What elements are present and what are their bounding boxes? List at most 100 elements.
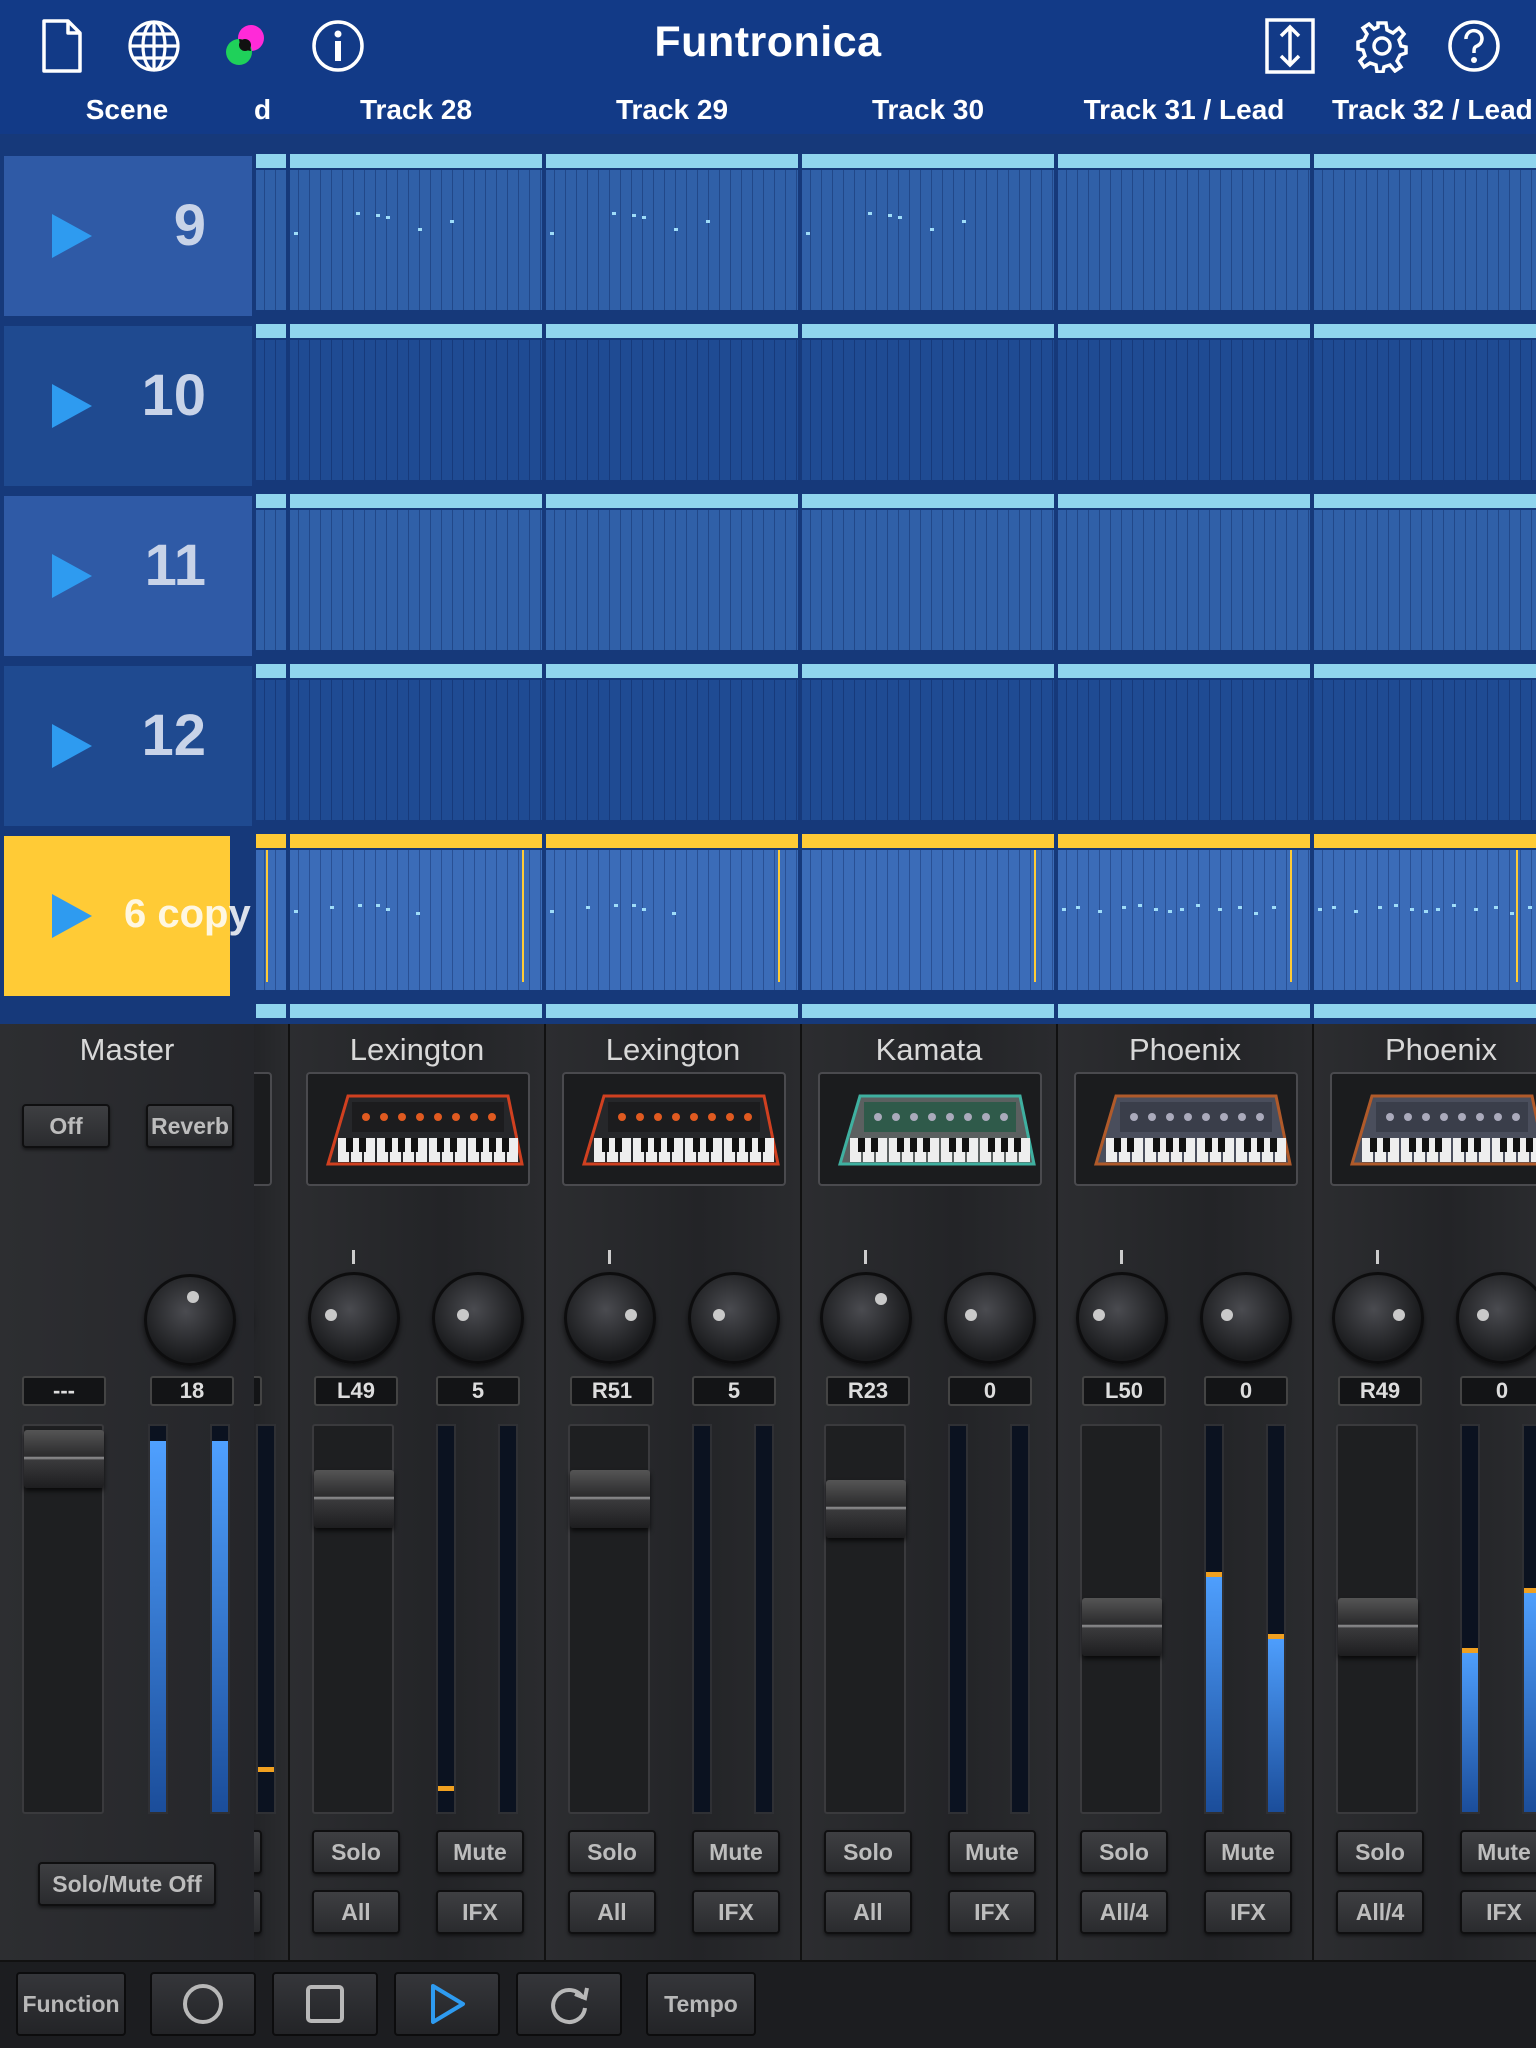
clip-slot[interactable] — [802, 340, 1054, 480]
volume-fader-handle[interactable] — [570, 1470, 650, 1528]
volume-fader-handle[interactable] — [826, 1480, 906, 1538]
clip-slot[interactable] — [802, 850, 1054, 990]
mute-button[interactable]: Mute — [1460, 1830, 1536, 1874]
clip-slot[interactable] — [256, 850, 286, 990]
clip-slot[interactable] — [1058, 510, 1310, 650]
function-button[interactable]: Function — [16, 1972, 126, 2036]
pan-knob[interactable] — [1076, 1272, 1168, 1364]
solo-mute-off-button[interactable]: Solo/Mute Off — [38, 1862, 216, 1906]
clip-slot[interactable] — [1058, 170, 1310, 310]
volume-fader-track[interactable] — [1080, 1424, 1162, 1814]
clip-slot[interactable] — [546, 510, 798, 650]
fx-button[interactable]: IFX — [692, 1890, 780, 1934]
solo-button[interactable]: Solo — [568, 1830, 656, 1874]
clip-slot[interactable] — [546, 680, 798, 820]
clip-slot[interactable] — [546, 850, 798, 990]
fx-button[interactable]: IFX — [1204, 1890, 1292, 1934]
record-button[interactable] — [150, 1972, 256, 2036]
master-send-knob[interactable] — [144, 1274, 236, 1366]
fx-button[interactable]: IFX — [948, 1890, 1036, 1934]
scene-launch-10[interactable]: 10 — [4, 326, 252, 486]
clip-slot[interactable] — [1058, 340, 1310, 480]
tempo-button[interactable]: Tempo — [646, 1972, 756, 2036]
route-button[interactable]: All — [568, 1890, 656, 1934]
solo-button[interactable]: Solo — [1080, 1830, 1168, 1874]
clip-slot[interactable] — [1314, 510, 1536, 650]
master-fader-track[interactable] — [22, 1424, 104, 1814]
fx-button[interactable]: IFX — [436, 1890, 524, 1934]
track-header[interactable]: Track 28 — [288, 90, 544, 130]
instrument-thumbnail[interactable] — [562, 1072, 786, 1186]
clip-slot[interactable] — [1058, 680, 1310, 820]
volume-fader-track[interactable] — [824, 1424, 906, 1814]
route-button[interactable]: All — [312, 1890, 400, 1934]
send-knob[interactable] — [688, 1272, 780, 1364]
gear-icon[interactable] — [1350, 14, 1414, 78]
scene-launch-selected[interactable]: 6 copy — [4, 836, 251, 996]
clip-slot[interactable] — [802, 170, 1054, 310]
route-button[interactable]: All/4 — [1080, 1890, 1168, 1934]
track-header[interactable]: Track 30 — [800, 90, 1056, 130]
stop-button[interactable] — [272, 1972, 378, 2036]
fx-button[interactable]: IFX — [1460, 1890, 1536, 1934]
mute-button[interactable]: Mute — [948, 1830, 1036, 1874]
send-knob[interactable] — [944, 1272, 1036, 1364]
mute-button[interactable]: Mute — [436, 1830, 524, 1874]
clip-slot[interactable] — [256, 510, 286, 650]
clip-slot[interactable] — [290, 340, 542, 480]
volume-fader-handle[interactable] — [1082, 1598, 1162, 1656]
fx-off-button[interactable]: Off — [22, 1104, 110, 1148]
solo-button[interactable]: Solo — [824, 1830, 912, 1874]
send-knob[interactable] — [432, 1272, 524, 1364]
route-button[interactable]: All — [824, 1890, 912, 1934]
vertical-resize-icon[interactable] — [1258, 14, 1322, 78]
help-icon[interactable] — [1442, 14, 1506, 78]
clip-slot[interactable] — [290, 170, 542, 310]
send-knob[interactable] — [1200, 1272, 1292, 1364]
solo-button[interactable]: Solo — [312, 1830, 400, 1874]
track-header[interactable]: Track 31 / Lead — [1056, 90, 1312, 130]
track-header[interactable]: Track 29 — [544, 90, 800, 130]
instrument-thumbnail[interactable] — [1330, 1072, 1536, 1186]
instrument-thumbnail[interactable] — [1074, 1072, 1298, 1186]
clip-slot[interactable] — [546, 170, 798, 310]
reverb-button[interactable]: Reverb — [146, 1104, 234, 1148]
scene-launch-12[interactable]: 12 — [4, 666, 252, 826]
volume-fader-handle[interactable] — [1338, 1598, 1418, 1656]
volume-fader-handle[interactable] — [314, 1470, 394, 1528]
globe-icon[interactable] — [122, 14, 186, 78]
clip-slot[interactable] — [290, 510, 542, 650]
info-icon[interactable] — [306, 14, 370, 78]
volume-fader-track[interactable] — [568, 1424, 650, 1814]
send-knob[interactable] — [1456, 1272, 1536, 1364]
instrument-thumbnail[interactable] — [306, 1072, 530, 1186]
clip-slot[interactable] — [1314, 340, 1536, 480]
pan-knob[interactable] — [308, 1272, 400, 1364]
clip-slot[interactable] — [1058, 850, 1310, 990]
instrument-thumbnail[interactable] — [818, 1072, 1042, 1186]
play-button[interactable] — [394, 1972, 500, 2036]
clip-slot[interactable] — [1314, 170, 1536, 310]
pan-knob[interactable] — [820, 1272, 912, 1364]
volume-fader-track[interactable] — [1336, 1424, 1418, 1814]
track-header[interactable]: Track 32 / Lead — [1312, 90, 1536, 130]
loop-button[interactable] — [516, 1972, 622, 2036]
clip-slot[interactable] — [802, 680, 1054, 820]
color-palette-icon[interactable] — [214, 14, 278, 78]
mute-button[interactable]: Mute — [692, 1830, 780, 1874]
clip-slot[interactable] — [256, 340, 286, 480]
new-file-icon[interactable] — [30, 14, 94, 78]
volume-fader-track[interactable] — [312, 1424, 394, 1814]
mute-button[interactable]: Mute — [1204, 1830, 1292, 1874]
clip-slot[interactable] — [290, 680, 542, 820]
scene-launch-11[interactable]: 11 — [4, 496, 252, 656]
master-fader-handle[interactable] — [24, 1430, 104, 1488]
clip-slot[interactable] — [256, 680, 286, 820]
clip-slot[interactable] — [1314, 680, 1536, 820]
clip-slot[interactable] — [802, 510, 1054, 650]
scene-launch-9[interactable]: 9 — [4, 156, 252, 316]
clip-slot[interactable] — [546, 340, 798, 480]
clip-slot[interactable] — [1314, 850, 1536, 990]
pan-knob[interactable] — [564, 1272, 656, 1364]
clip-slot[interactable] — [256, 170, 286, 310]
